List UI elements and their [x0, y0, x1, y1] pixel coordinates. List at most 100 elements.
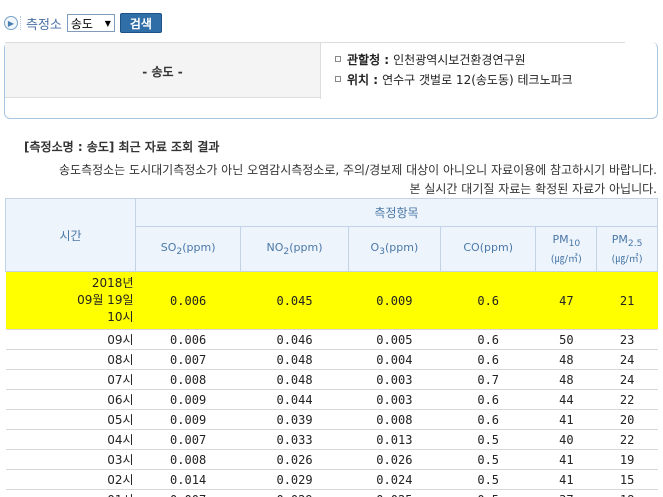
- table-row: 02시 0.014 0.029 0.024 0.5 41 15: [5, 469, 658, 490]
- time-cell: 2018년 09월 19일 10시: [5, 271, 136, 330]
- value-cell: 0.009: [348, 271, 441, 330]
- value-cell: 0.007: [135, 429, 241, 450]
- location-value: 연수구 갯벌로 12(송도동) 테크노파크: [382, 72, 573, 87]
- agency-row: 관할청 : 인천광역시보건환경연구원: [335, 49, 625, 69]
- time-cell: 05시: [5, 409, 136, 430]
- value-cell: 44: [535, 389, 597, 410]
- value-cell: 0.039: [240, 409, 349, 430]
- value-cell: 0.009: [135, 389, 241, 410]
- time-cell: 07시: [5, 369, 136, 390]
- value-cell: 22: [596, 429, 658, 450]
- value-cell: 24: [596, 369, 658, 390]
- station-select-value: 송도: [70, 16, 93, 31]
- value-cell: 0.6: [440, 409, 536, 430]
- column-header: O3(ppm): [347, 226, 441, 272]
- square-bullet-icon: [335, 56, 341, 62]
- station-select[interactable]: 송도 ▼: [66, 14, 115, 32]
- value-cell: 0.5: [440, 469, 536, 490]
- value-cell: 0.026: [240, 449, 349, 470]
- search-button[interactable]: 검색: [119, 13, 162, 33]
- column-header: PM2.5 (㎍/㎥): [596, 226, 658, 272]
- value-cell: 0.005: [348, 329, 441, 350]
- station-name: - 송도 -: [142, 64, 183, 79]
- notice-text: 송도측정소는 도시대기측정소가 아닌 오염감시측정소로, 주의/경보제 대상이 …: [58, 163, 657, 177]
- date-text: 09월 19일: [77, 293, 134, 307]
- value-cell: 0.029: [240, 469, 349, 490]
- time-cell: 09시: [5, 329, 136, 350]
- value-cell: 21: [596, 271, 658, 330]
- table-row: 05시 0.009 0.039 0.008 0.6 41 20: [5, 409, 658, 430]
- value-cell: 18: [596, 489, 658, 497]
- time-cell: 08시: [5, 349, 136, 370]
- value-cell: 0.007: [135, 349, 241, 370]
- value-cell: 0.5: [440, 489, 536, 497]
- value-cell: 47: [535, 271, 597, 330]
- table-row: 03시 0.008 0.026 0.026 0.5 41 19: [5, 449, 658, 470]
- station-detail: 관할청 : 인천광역시보건환경연구원 위치 : 연수구 갯벌로 12(송도동) …: [320, 43, 625, 99]
- value-cell: 0.007: [135, 489, 241, 497]
- station-label: 측정소: [26, 17, 62, 33]
- value-cell: 0.009: [135, 409, 241, 430]
- value-cell: 0.008: [348, 409, 441, 430]
- table-row: 01시0.0070.0290.0250.53718: [5, 489, 658, 497]
- value-cell: 48: [535, 349, 597, 370]
- value-cell: 20: [596, 409, 658, 430]
- agency-label: 관할청 :: [347, 52, 390, 67]
- value-cell: 0.044: [240, 389, 349, 410]
- time-cell: 06시: [5, 389, 136, 410]
- value-cell: 0.5: [440, 449, 536, 470]
- value-cell: 0.014: [135, 469, 241, 490]
- table-row: 08시 0.007 0.048 0.004 0.6 48 24: [5, 349, 658, 370]
- time-cell: 02시: [5, 469, 136, 490]
- table-row-current: 2018년 09월 19일 10시 0.006 0.045 0.009 0.6 …: [5, 271, 658, 330]
- value-cell: 0.029: [240, 489, 349, 497]
- station-info-box: - 송도 - 관할청 : 인천광역시보건환경연구원 위치 : 연수구 갯벌로 1…: [4, 42, 658, 119]
- value-cell: 0.6: [440, 329, 536, 350]
- value-cell: 0.026: [348, 449, 441, 470]
- value-cell: 0.7: [440, 369, 536, 390]
- group-header: 측정항목: [135, 198, 658, 227]
- value-cell: 0.004: [348, 349, 441, 370]
- time-cell: 01시: [5, 489, 136, 497]
- value-cell: 15: [596, 469, 658, 490]
- value-cell: 41: [535, 409, 597, 430]
- value-cell: 0.6: [440, 271, 536, 330]
- station-info-panel: - 송도 - 관할청 : 인천광역시보건환경연구원 위치 : 연수구 갯벌로 1…: [5, 42, 625, 99]
- value-cell: 0.006: [135, 271, 241, 330]
- year-text: 2018년: [91, 276, 134, 290]
- value-cell: 0.008: [135, 369, 241, 390]
- time-cell: 03시: [5, 449, 136, 470]
- result-title: [측정소명 : 송도] 최근 자료 조회 결과: [24, 140, 220, 154]
- value-cell: 37: [535, 489, 597, 497]
- column-header: PM10 (㎍/㎥): [535, 226, 598, 272]
- square-bullet-icon: [335, 76, 341, 82]
- notice-text: 본 실시간 대기질 자료는 확정된 자료가 아닙니다.: [409, 182, 657, 196]
- table-row: 07시 0.008 0.048 0.003 0.7 48 24: [5, 369, 658, 390]
- value-cell: 48: [535, 369, 597, 390]
- divider: [20, 16, 22, 30]
- location-row: 위치 : 연수구 갯벌로 12(송도동) 테크노파크: [335, 69, 625, 89]
- value-cell: 41: [535, 469, 597, 490]
- value-cell: 0.006: [135, 329, 241, 350]
- value-cell: 0.6: [440, 349, 536, 370]
- value-cell: 0.048: [240, 369, 349, 390]
- value-cell: 40: [535, 429, 597, 450]
- column-header: NO2(ppm): [240, 226, 349, 272]
- chevron-down-icon: ▼: [104, 18, 111, 28]
- value-cell: 0.5: [440, 429, 536, 450]
- column-header: SO2(ppm): [134, 226, 242, 272]
- time-header: 시간: [5, 198, 136, 272]
- value-cell: 0.033: [240, 429, 349, 450]
- column-header: CO(ppm): [439, 226, 537, 272]
- value-cell: 0.003: [348, 369, 441, 390]
- value-cell: 0.048: [240, 349, 349, 370]
- time-cell: 04시: [5, 429, 136, 450]
- value-cell: 41: [535, 449, 597, 470]
- value-cell: 22: [596, 389, 658, 410]
- value-cell: 50: [535, 329, 597, 350]
- station-search-bar: ▶ 측정소 송도 ▼ 검색: [4, 12, 162, 34]
- value-cell: 0.024: [348, 469, 441, 490]
- value-cell: 23: [596, 329, 658, 350]
- table-row: 09시 0.006 0.046 0.005 0.6 50 23: [5, 329, 658, 350]
- agency-value: 인천광역시보건환경연구원: [393, 52, 526, 67]
